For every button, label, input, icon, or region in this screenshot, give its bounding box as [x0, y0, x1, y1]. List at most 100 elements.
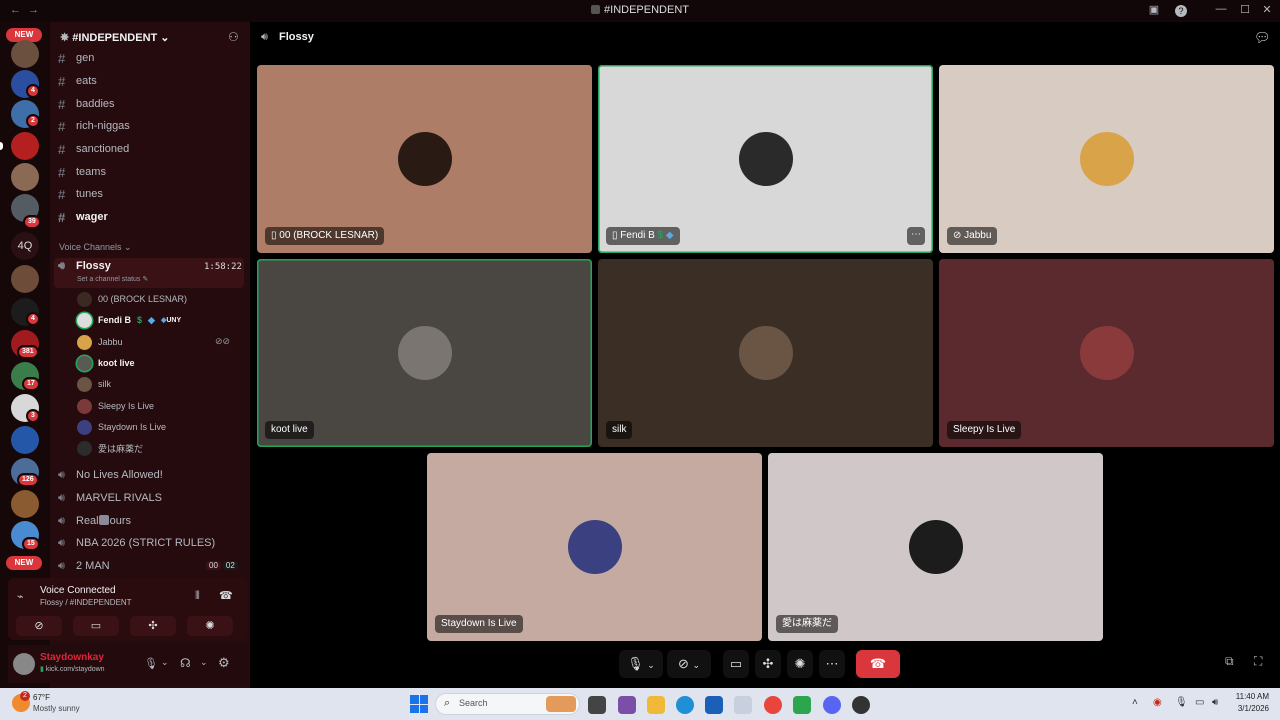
- voice-member[interactable]: 愛は麻薬だ: [77, 438, 143, 458]
- noise-suppression-icon[interactable]: ⦀: [195, 590, 200, 603]
- title-bar: ← → #INDEPENDENT ▣ ? — ☐ ✕: [0, 0, 1280, 22]
- popout-icon[interactable]: ⧉: [1225, 654, 1234, 669]
- discord-icon[interactable]: [823, 696, 841, 714]
- camera-toggle-button[interactable]: ⊘ ⌄: [667, 650, 711, 678]
- voice-channel-flossy[interactable]: 🔊︎ Flossy: [58, 256, 111, 276]
- signal-icon[interactable]: ⌁: [17, 590, 24, 603]
- app-icon[interactable]: [618, 696, 636, 714]
- server-icon[interactable]: [11, 265, 39, 293]
- channel-wager[interactable]: # wager: [58, 207, 108, 227]
- tray-chevron-icon[interactable]: ˄: [1132, 697, 1138, 708]
- settings-gear-icon[interactable]: ⚙: [218, 655, 230, 671]
- maximize-icon[interactable]: ☐: [1237, 3, 1253, 16]
- network-icon[interactable]: ▭: [1195, 697, 1204, 708]
- activities-button[interactable]: ✣: [130, 616, 176, 636]
- soundboard-button[interactable]: ✺: [187, 616, 233, 636]
- server-icon[interactable]: [11, 490, 39, 518]
- clock-date[interactable]: 3/1/2026: [1229, 704, 1269, 713]
- weather-desc[interactable]: Mostly sunny: [33, 704, 80, 713]
- member-name: Jabbu: [98, 337, 123, 347]
- screen-share-button[interactable]: ▭: [73, 616, 119, 636]
- mic-options-chevron-icon[interactable]: ⌄: [161, 657, 169, 668]
- participant-tile[interactable]: Staydown Is Live: [427, 453, 762, 641]
- server-header[interactable]: ✸ #INDEPENDENT ⌄: [60, 31, 170, 44]
- app-icon[interactable]: [852, 696, 870, 714]
- avatar: [738, 132, 793, 186]
- voice-channel[interactable]: 🔊︎ No Lives Allowed!: [58, 465, 163, 485]
- more-options-button[interactable]: ⋯: [819, 650, 845, 678]
- channel-teams[interactable]: # teams: [58, 162, 106, 182]
- voice-member[interactable]: Staydown Is Live: [77, 417, 166, 437]
- microphone-tray-icon[interactable]: 🎙︎: [1175, 697, 1188, 708]
- microphone-button[interactable]: 🎙︎: [144, 657, 158, 670]
- channel-sanctioned[interactable]: # sanctioned: [58, 139, 129, 159]
- soundboard-button[interactable]: ✺: [787, 650, 813, 678]
- server-icon[interactable]: [11, 132, 39, 160]
- voice-member[interactable]: Jabbu: [77, 332, 123, 352]
- headphones-button[interactable]: ☊: [180, 656, 191, 670]
- file-explorer-icon[interactable]: [647, 696, 665, 714]
- weather-temp[interactable]: 67°F: [33, 693, 50, 702]
- voice-member[interactable]: koot live: [77, 353, 135, 373]
- microphone-icon: 🎙︎: [627, 656, 644, 671]
- fullscreen-icon[interactable]: ⛶: [1254, 654, 1262, 669]
- participant-tile[interactable]: ▯ 00 (BROCK LESNAR): [257, 65, 592, 253]
- voice-channels-header[interactable]: Voice Channels ⌄: [59, 242, 132, 253]
- voice-location[interactable]: Flossy / #INDEPENDENT: [40, 598, 132, 607]
- chrome-icon[interactable]: [764, 696, 782, 714]
- help-icon[interactable]: ?: [1175, 5, 1187, 17]
- soundboard-icon: ✺: [205, 620, 215, 632]
- disconnect-button[interactable]: ☎: [856, 650, 900, 678]
- minimize-icon[interactable]: —: [1213, 3, 1229, 15]
- voice-status[interactable]: Voice Connected: [40, 585, 116, 596]
- inbox-icon[interactable]: ▣: [1146, 3, 1162, 16]
- participant-tile[interactable]: 愛は麻薬だ: [768, 453, 1103, 641]
- clock-time[interactable]: 11:40 AM: [1229, 692, 1269, 701]
- voice-channel[interactable]: 🔊︎ 2 MAN: [58, 556, 110, 576]
- share-screen-button[interactable]: ▭: [723, 650, 749, 678]
- channel-tunes[interactable]: # tunes: [58, 184, 103, 204]
- participant-tile[interactable]: Sleepy Is Live: [939, 259, 1274, 447]
- username[interactable]: Staydownkay: [40, 652, 104, 663]
- invite-people-icon[interactable]: ⚇: [228, 30, 239, 44]
- server-icon[interactable]: [11, 163, 39, 191]
- user-avatar[interactable]: [13, 653, 35, 675]
- snipping-tool-icon[interactable]: [734, 696, 752, 714]
- edge-icon[interactable]: [676, 696, 694, 714]
- participant-tile[interactable]: koot live: [257, 259, 592, 447]
- voice-channel[interactable]: 🔊︎ NBA 2026 (STRICT RULES): [58, 533, 215, 553]
- participant-tile[interactable]: silk: [598, 259, 933, 447]
- channel-eats[interactable]: # eats: [58, 71, 97, 91]
- participant-tile[interactable]: ▯ Fendi B $ ◆ ⋯: [598, 65, 933, 253]
- participant-tile[interactable]: ⊘ Jabbu: [939, 65, 1274, 253]
- tray-app-icon[interactable]: ◉: [1153, 697, 1162, 708]
- close-icon[interactable]: ✕: [1259, 3, 1275, 16]
- server-icon[interactable]: [11, 426, 39, 454]
- microphone-toggle-button[interactable]: 🎙︎ ⌄: [619, 650, 663, 678]
- disconnect-icon[interactable]: ☎: [219, 589, 233, 602]
- server-icon[interactable]: [11, 40, 39, 68]
- audio-options-chevron-icon[interactable]: ⌄: [200, 657, 208, 668]
- server-icon-4q[interactable]: 4Q: [11, 232, 39, 260]
- start-windows-icon[interactable]: [410, 695, 428, 713]
- volume-icon[interactable]: 🔊︎: [1212, 697, 1218, 708]
- task-view-icon[interactable]: [588, 696, 606, 714]
- voice-channel[interactable]: 🔊︎ Real Hours: [58, 511, 131, 531]
- voice-channel[interactable]: 🔊︎ MARVEL RIVALS: [58, 488, 162, 508]
- voice-member[interactable]: 00 (BROCK LESNAR): [77, 289, 187, 309]
- chat-bubble-icon[interactable]: 💬︎: [1254, 30, 1271, 46]
- activities-button[interactable]: ✣: [755, 650, 781, 678]
- voice-member[interactable]: Fendi B $ ◆ ◆UNY: [77, 310, 181, 330]
- channel-gen[interactable]: # gen: [58, 48, 94, 68]
- camera-off-button[interactable]: ⊘: [16, 616, 62, 636]
- more-options-icon[interactable]: ⋯: [907, 227, 925, 245]
- channel-status-hint[interactable]: Set a channel status ✎: [77, 275, 148, 283]
- channel-baddies[interactable]: # baddies: [58, 94, 115, 114]
- store-icon[interactable]: [705, 696, 723, 714]
- chevron-down-icon: ⌄: [692, 660, 701, 670]
- soundboard-icon: ✺: [794, 656, 806, 671]
- voice-member[interactable]: silk: [77, 374, 111, 394]
- app-icon[interactable]: [793, 696, 811, 714]
- voice-member[interactable]: Sleepy Is Live: [77, 396, 154, 416]
- channel-rich[interactable]: # rich-niggas: [58, 116, 130, 136]
